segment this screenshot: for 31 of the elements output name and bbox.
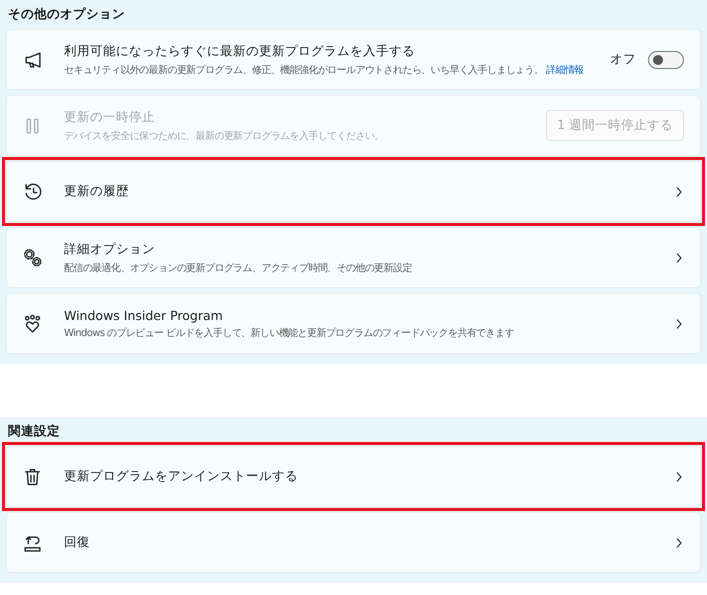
chevron-icon — [674, 470, 684, 482]
trash-icon — [23, 467, 42, 486]
gears-icon — [23, 248, 42, 267]
setting-title: 更新プログラムをアンインストールする — [64, 468, 299, 485]
setting-title: 回復 — [64, 534, 91, 551]
chevron-icon — [674, 252, 684, 264]
setting-title: 詳細オプション — [64, 240, 156, 258]
setting-description: セキュリティ以外の最新の更新プログラム、修正、機能強化がロールアウトされたら、いち早く入手しましょう。 詳細情報 — [64, 64, 585, 76]
megaphone-icon — [23, 50, 42, 69]
setting-description: 配信の最適化、オプションの更新プログラム、アクティブ時間、その他の更新設定 — [64, 262, 413, 274]
section-heading: 関連設定 — [8, 423, 61, 440]
settings-card[interactable]: Windows Insider Program Windows のプレビュー ビルドを入手して、新しい機能と更新プログラムのフィードバックを共有できます — [6, 293, 701, 354]
toggle-switch[interactable] — [648, 50, 684, 68]
people-heart-icon — [23, 314, 42, 333]
chevron-icon — [674, 186, 684, 198]
setting-description: Windows のプレビュー ビルドを入手して、新しい機能と更新プログラムのフィードバックを共有できます — [64, 326, 515, 340]
setting-title: 更新の履歴 — [64, 183, 130, 200]
learn-more-link[interactable]: 詳細情報 — [546, 64, 584, 76]
setting-description: デバイスを安全に保つために、最新の更新プログラムを入手してください。 — [64, 130, 385, 142]
settings-card[interactable]: 詳細オプション 配信の最適化、オプションの更新プログラム、アクティブ時間、その他の更新設定 — [6, 227, 701, 288]
section-heading: その他のオプション — [8, 6, 126, 23]
history-icon — [23, 182, 42, 201]
settings-card[interactable]: 更新の履歴 — [6, 161, 701, 222]
chevron-icon — [674, 536, 684, 548]
chevron-icon — [674, 318, 684, 330]
toggle-state-label: オフ — [610, 51, 636, 68]
setting-title: 利用可能になったらすぐに最新の更新プログラムを入手する — [64, 42, 416, 60]
settings-card[interactable]: 更新プログラムをアンインストールする — [6, 446, 701, 507]
setting-title: Windows Insider Program — [64, 308, 224, 322]
setting-title: 更新の一時停止 — [64, 108, 156, 126]
settings-card[interactable]: 回復 — [6, 512, 701, 573]
